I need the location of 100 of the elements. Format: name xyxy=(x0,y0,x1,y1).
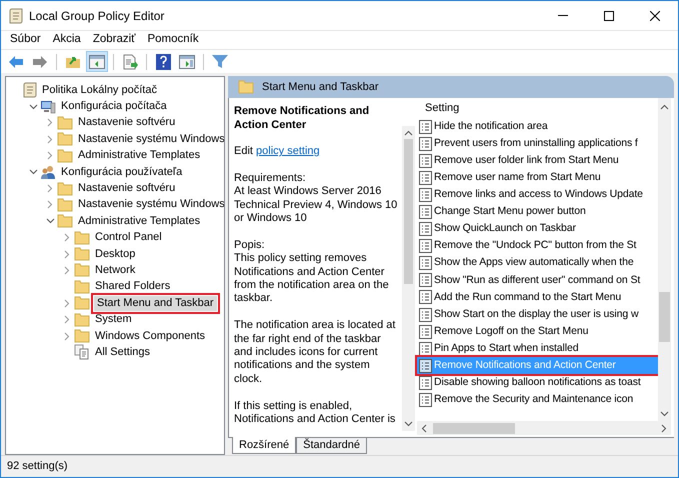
setting-row[interactable]: Disable showing balloon notifications as toast xyxy=(417,374,658,392)
tree-item[interactable]: Shared Folders xyxy=(94,279,172,294)
filter-icon xyxy=(212,54,228,69)
maximize-icon xyxy=(604,10,614,20)
scroll-right-icon[interactable] xyxy=(661,424,667,432)
setting-row[interactable]: Show Start on the display the user is using w xyxy=(417,306,658,324)
folder-icon xyxy=(74,230,90,245)
settings-list-icon xyxy=(74,344,90,360)
close-icon xyxy=(650,10,660,20)
folder-icon xyxy=(74,247,90,262)
menu-item[interactable]: Zobraziť xyxy=(88,31,140,49)
collapse-chevron-icon[interactable] xyxy=(28,104,38,110)
menu-item[interactable]: Súbor xyxy=(5,31,46,49)
tree-item[interactable]: Control Panel xyxy=(94,230,163,246)
collapse-chevron-icon[interactable] xyxy=(28,169,38,176)
policy-setting-icon xyxy=(419,358,432,373)
back-arrow-icon xyxy=(8,54,24,68)
setting-row[interactable]: Remove the "Undock PC" button from the St xyxy=(417,238,658,255)
scroll-thumb[interactable] xyxy=(404,139,413,284)
policy-setting-icon xyxy=(419,290,432,304)
setting-row[interactable]: Remove user folder link from Start Menu xyxy=(417,152,658,170)
scroll-icon xyxy=(23,82,37,98)
tree-item[interactable]: All Settings xyxy=(94,344,152,360)
scroll-down-icon[interactable] xyxy=(660,411,669,417)
policy-setting-icon xyxy=(419,222,432,236)
collapse-chevron-icon[interactable] xyxy=(46,218,54,224)
setting-row[interactable]: Show the Apps view automatically when the xyxy=(417,254,658,272)
policy-setting-icon xyxy=(419,324,432,339)
menu-item[interactable]: Akcia xyxy=(48,31,86,49)
menu-item[interactable]: Pomocník xyxy=(142,31,204,49)
folder-icon xyxy=(57,198,73,212)
scroll-thumb[interactable] xyxy=(433,422,515,434)
policy-setting-icon xyxy=(419,393,432,408)
folder-icon xyxy=(57,182,73,196)
description-scrollbar[interactable] xyxy=(402,126,415,431)
users-icon xyxy=(40,164,56,180)
computer-icon xyxy=(40,99,56,114)
description-paragraph: Popis: This policy setting removes Notifications and Action Center from the notification area on the taskbar. xyxy=(234,238,389,306)
view-tab[interactable]: Rozšírené xyxy=(232,437,296,454)
window-title: Local Group Policy Editor xyxy=(29,8,164,24)
folder-icon xyxy=(57,214,73,228)
status-text: 92 setting(s) xyxy=(7,459,68,474)
tree-item[interactable]: Nastavenie softvéru xyxy=(77,115,176,130)
tree-item[interactable]: Politika Lokálny počítač xyxy=(41,82,158,98)
setting-row[interactable]: Show "Run as different user" command on St xyxy=(417,272,658,289)
description-paragraph: The notification area is located at the far right end of the taskbar and includes icons for current notifications and the system clock. xyxy=(234,319,396,386)
setting-row[interactable]: Pin Apps to Start when installed xyxy=(417,340,658,358)
tree-item[interactable]: Konfigurácia počítača xyxy=(60,99,168,114)
setting-row[interactable]: Show QuickLaunch on Taskbar xyxy=(417,220,658,238)
panel-toggle-icon xyxy=(89,54,105,68)
tree-item[interactable]: Start Menu and Taskbar xyxy=(94,296,217,311)
policy-setting-icon xyxy=(419,273,432,288)
folder-icon xyxy=(57,148,73,163)
folder-icon xyxy=(238,80,254,94)
tree-item[interactable]: System xyxy=(94,312,133,328)
tree-item[interactable]: Konfigurácia používateľa xyxy=(60,164,184,180)
setting-row[interactable]: Remove the Security and Maintenance icon xyxy=(417,392,658,409)
tree-item[interactable]: Windows Components xyxy=(94,328,206,344)
setting-row[interactable]: Add the Run command to the Start Menu xyxy=(417,288,658,306)
toolbar-button[interactable] xyxy=(86,51,108,72)
horizontal-scrollbar[interactable] xyxy=(417,421,671,435)
tree-item[interactable]: Network xyxy=(94,262,136,278)
tree-item[interactable]: Nastavenie systému Windows xyxy=(77,197,224,212)
policy-setting-icon xyxy=(419,342,432,356)
scroll-down-icon[interactable] xyxy=(404,421,413,427)
view-tab[interactable]: Štandardné xyxy=(296,438,368,454)
folder-icon xyxy=(74,263,90,278)
settings-scrollbar[interactable] xyxy=(658,98,671,421)
tree-item[interactable]: Nastavenie softvéru xyxy=(77,181,176,196)
tree-item[interactable]: Administrative Templates xyxy=(77,148,202,164)
scroll-up-icon[interactable] xyxy=(660,104,669,110)
scroll-left-icon[interactable] xyxy=(421,424,427,432)
setting-row[interactable]: Remove links and access to Windows Update xyxy=(417,186,658,204)
forward-arrow-icon xyxy=(32,54,48,68)
tree-item[interactable]: Administrative Templates xyxy=(77,214,202,229)
setting-column-header[interactable]: Setting xyxy=(417,98,658,118)
folder-icon xyxy=(74,296,90,310)
pane-title: Start Menu and Taskbar xyxy=(262,80,379,95)
policy-setting-icon xyxy=(419,308,432,322)
setting-row[interactable]: Hide the notification area xyxy=(417,118,658,136)
setting-row[interactable]: Change Start Menu power button xyxy=(417,203,658,221)
policy-setting-link[interactable]: policy setting xyxy=(256,145,320,157)
policy-setting-icon xyxy=(419,170,432,185)
help-icon xyxy=(156,54,170,70)
folder-icon xyxy=(74,280,90,294)
scroll-thumb[interactable] xyxy=(659,292,670,342)
action-pane-icon xyxy=(179,54,195,68)
policy-setting-icon xyxy=(419,376,432,390)
scroll-up-icon[interactable] xyxy=(404,130,413,136)
tree-item[interactable]: Nastavenie systému Windows xyxy=(77,132,224,147)
tree-item[interactable]: Desktop xyxy=(94,246,136,262)
folder-icon xyxy=(74,329,90,344)
setting-row[interactable]: Prevent users from uninstalling applications f xyxy=(417,135,658,152)
setting-row[interactable]: Remove Logoff on the Start Menu xyxy=(417,323,658,340)
folder-icon xyxy=(74,312,90,327)
setting-row[interactable]: Remove user name from Start Menu xyxy=(417,169,658,186)
policy-setting-icon xyxy=(419,154,432,168)
minimize-icon xyxy=(558,15,568,16)
scroll-icon xyxy=(9,8,23,24)
folder-icon xyxy=(57,116,73,130)
